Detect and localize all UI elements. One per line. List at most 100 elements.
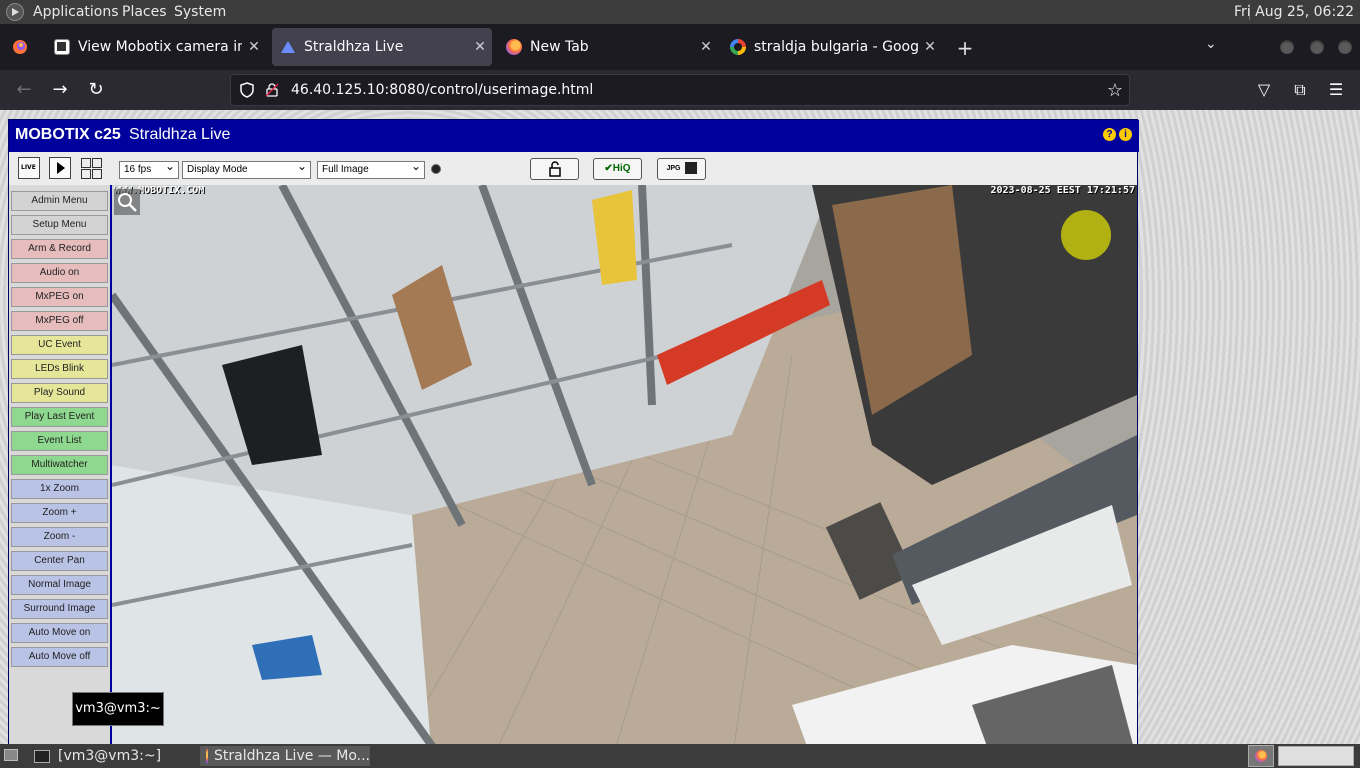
taskbar-item-label: Straldhza Live — Mo... — [214, 748, 370, 764]
sidebar-auto-move-off[interactable]: Auto Move off — [11, 647, 108, 667]
forward-arrow-icon[interactable]: → — [48, 78, 72, 102]
settings-dot-icon[interactable] — [431, 164, 441, 174]
maximize-window-button[interactable] — [1310, 40, 1324, 54]
tab-bar: View Mobotix camera in Bul ✕ Straldhza L… — [0, 24, 1360, 70]
google-favicon-icon — [730, 39, 746, 55]
display-mode-select[interactable]: Display Mode — [182, 158, 311, 179]
mobotix-favicon-icon — [54, 39, 70, 55]
terminal-icon — [34, 749, 50, 763]
tab-label: New Tab — [530, 39, 589, 55]
mobotix-toolbar: LIVE 16 fps Display Mode Full Image — [9, 152, 1137, 186]
live-icon-label: LIVE — [21, 164, 36, 171]
close-window-button[interactable] — [1338, 40, 1352, 54]
tab-google-search[interactable]: straldja bulgaria - Google Se ✕ — [722, 28, 942, 66]
jpg-label: JPG — [666, 165, 681, 172]
tab-straldhza-live[interactable]: Straldhza Live ✕ — [272, 28, 492, 66]
tracking-shield-icon[interactable] — [239, 82, 255, 98]
minimize-window-button[interactable] — [1280, 40, 1294, 54]
unlock-icon — [548, 161, 561, 177]
sidebar-play-sound[interactable]: Play Sound — [11, 383, 108, 403]
distro-logo-icon[interactable] — [6, 3, 24, 21]
tab-label: straldja bulgaria - Google Se — [754, 39, 918, 55]
sidebar-mxpeg-on[interactable]: MxPEG on — [11, 287, 108, 307]
back-arrow-icon[interactable]: ← — [12, 78, 36, 102]
menu-applications[interactable]: Applications — [33, 4, 119, 20]
sidebar-center-pan[interactable]: Center Pan — [11, 551, 108, 571]
grid-view-icon[interactable] — [80, 157, 102, 179]
sidebar-arm-record[interactable]: Arm & Record — [11, 239, 108, 259]
sidebar-setup-menu[interactable]: Setup Menu — [11, 215, 108, 235]
list-all-tabs-icon[interactable]: ⌄ — [1205, 36, 1217, 52]
help-icon[interactable]: ? — [1103, 128, 1116, 141]
tab-new-tab[interactable]: New Tab ✕ — [498, 28, 718, 66]
image-mode-select[interactable]: Full Image — [317, 158, 425, 179]
panel-clock[interactable]: Fri Aug 25, 06:22 — [1234, 4, 1354, 20]
hiq-label: ✔HiQ — [604, 163, 631, 174]
close-tab-icon[interactable]: ✕ — [694, 39, 718, 55]
reload-icon[interactable]: ↻ — [84, 78, 108, 102]
taskbar-item-label: [vm3@vm3:~] — [58, 748, 162, 764]
menu-places[interactable]: Places — [122, 4, 167, 20]
url-bar[interactable]: 46.40.125.10:8080/control/userimage.html… — [230, 74, 1130, 106]
workspace-switcher-empty[interactable] — [1278, 746, 1354, 766]
tab-mobotix[interactable]: View Mobotix camera in Bul ✕ — [46, 28, 266, 66]
mobotix-sidebar: Admin Menu Setup Menu Arm & Record Audio… — [9, 185, 112, 744]
firefox-view-icon[interactable] — [12, 39, 28, 55]
save-jpg-button[interactable]: JPG — [657, 158, 706, 180]
live-view-icon[interactable]: LIVE — [18, 157, 40, 179]
sidebar-event-list[interactable]: Event List — [11, 431, 108, 451]
sidebar-multiwatcher[interactable]: Multiwatcher — [11, 455, 108, 475]
extensions-icon[interactable]: ⧉ — [1289, 79, 1311, 101]
workspace-switcher-active[interactable] — [1248, 745, 1274, 767]
mobotix-header: MOBOTIX c25 Straldhza Live ? i — [9, 120, 1139, 152]
camera-title: Straldhza Live — [129, 126, 231, 143]
bottom-taskbar: [vm3@vm3:~] Straldhza Live — Mo... — [0, 744, 1360, 768]
navigation-bar: ← → ↻ 46.40.125.10:8080/control/userimag… — [0, 70, 1360, 110]
sidebar-uc-event[interactable]: UC Event — [11, 335, 108, 355]
close-tab-icon[interactable]: ✕ — [468, 39, 492, 55]
sidebar-audio-on[interactable]: Audio on — [11, 263, 108, 283]
show-desktop-icon[interactable] — [4, 749, 18, 761]
insecure-lock-icon[interactable] — [265, 83, 279, 97]
firefox-favicon-icon — [506, 39, 522, 55]
url-text: 46.40.125.10:8080/control/userimage.html — [291, 82, 594, 98]
mobotix-frame: MOBOTIX c25 Straldhza Live ? i LIVE 16 f… — [8, 119, 1139, 744]
close-tab-icon[interactable]: ✕ — [242, 39, 266, 55]
sidebar-zoom-plus[interactable]: Zoom + — [11, 503, 108, 523]
unlock-button[interactable] — [530, 158, 579, 180]
sidebar-leds-blink[interactable]: LEDs Blink — [11, 359, 108, 379]
firefox-icon — [206, 748, 209, 764]
sidebar-surround-image[interactable]: Surround Image — [11, 599, 108, 619]
close-tab-icon[interactable]: ✕ — [918, 39, 942, 55]
sidebar-zoom-minus[interactable]: Zoom - — [11, 527, 108, 547]
hamburger-menu-icon[interactable]: ☰ — [1325, 79, 1347, 101]
sidebar-play-last-event[interactable]: Play Last Event — [11, 407, 108, 427]
pocket-icon[interactable]: ▽ — [1253, 79, 1275, 101]
magnifier-zoom-icon[interactable] — [114, 189, 140, 215]
sidebar-normal-image[interactable]: Normal Image — [11, 575, 108, 595]
save-disk-icon — [684, 162, 697, 174]
taskbar-tooltip: vm3@vm3:~ — [72, 692, 164, 726]
menu-system[interactable]: System — [174, 4, 226, 20]
straldhza-favicon-icon — [280, 39, 296, 55]
sidebar-mxpeg-off[interactable]: MxPEG off — [11, 311, 108, 331]
camera-scene — [112, 185, 1137, 744]
fps-select[interactable]: 16 fps — [119, 158, 179, 179]
camera-timestamp: 2023-08-25 EEST 17:21:57 — [990, 185, 1136, 196]
sidebar-1x-zoom[interactable]: 1x Zoom — [11, 479, 108, 499]
bookmark-star-icon[interactable]: ☆ — [1107, 80, 1123, 101]
page-viewport: MOBOTIX c25 Straldhza Live ? i LIVE 16 f… — [0, 110, 1360, 744]
taskbar-item-firefox[interactable]: Straldhza Live — Mo... — [200, 746, 370, 766]
tab-label: Straldhza Live — [304, 39, 404, 55]
sidebar-auto-move-on[interactable]: Auto Move on — [11, 623, 108, 643]
new-tab-icon[interactable]: + — [954, 36, 976, 60]
sidebar-admin-menu[interactable]: Admin Menu — [11, 191, 108, 211]
hiq-button[interactable]: ✔HiQ — [593, 158, 642, 180]
tab-label: View Mobotix camera in Bul — [78, 39, 242, 55]
play-icon[interactable] — [49, 157, 71, 179]
taskbar-item-terminal[interactable]: [vm3@vm3:~] — [28, 746, 198, 766]
camera-live-image[interactable]: WWW.MOBOTIX.COM 2023-08-25 EEST 17:21:57 — [112, 185, 1137, 744]
info-icon[interactable]: i — [1119, 128, 1132, 141]
top-panel: Applications Places System Fri Aug 25, 0… — [0, 0, 1360, 24]
camera-model: MOBOTIX c25 — [15, 126, 121, 143]
